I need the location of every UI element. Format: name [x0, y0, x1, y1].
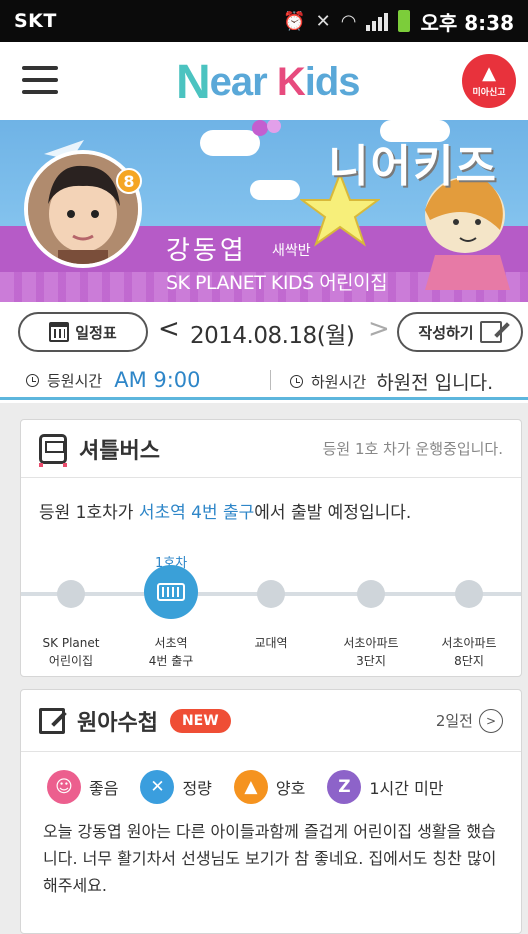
banner-title: 니어키즈	[328, 141, 498, 192]
departure-value: 하원전 입니다.	[376, 372, 494, 394]
shuttle-title: 셔틀버스	[79, 438, 160, 464]
arrival-label: 등원시간	[47, 371, 103, 390]
health-status: ▲ 양호	[233, 770, 306, 804]
meal-status: ✕ 정량	[140, 770, 212, 804]
logo-ids: ids	[304, 59, 361, 104]
sleep-icon: Z	[327, 770, 362, 804]
school-name: SK PLANET KIDS 어린이집	[166, 272, 388, 294]
missing-child-label: 미아신고	[472, 87, 506, 98]
route-stop	[357, 580, 385, 608]
logo-ear: ear	[209, 59, 268, 104]
carrier-label: SKT	[14, 10, 57, 32]
prev-date-button[interactable]: <	[158, 316, 180, 342]
chevron-right-icon: >	[479, 708, 503, 733]
bus-icon	[39, 433, 67, 467]
route-stop	[257, 580, 285, 608]
route-stop	[57, 580, 85, 608]
nap-label: 1시간 미만	[369, 779, 444, 798]
mute-icon: ✕	[315, 10, 331, 32]
app-header: Near Kids ▲ 미아신고	[0, 42, 528, 120]
arrival-time: 등원시간 AM 9:00	[26, 368, 201, 392]
stop-label: 서초아파트 8단지	[441, 636, 497, 668]
clock-icon	[290, 375, 303, 388]
schedule-label: 일정표	[75, 323, 117, 342]
new-badge: NEW	[169, 708, 231, 733]
logo-n: N	[176, 55, 211, 109]
clock-icon	[26, 373, 39, 387]
next-date-button[interactable]: >	[368, 316, 390, 342]
alarm-clock-icon: ⏰	[283, 10, 306, 32]
shuttle-card-header: 셔틀버스 등원 1호 차가 운행중입니다.	[21, 420, 521, 478]
diary-card-header: 원아수첩 NEW 2일전 >	[21, 690, 521, 752]
balloons-icon	[252, 120, 281, 136]
utensils-icon: ✕	[140, 770, 175, 804]
smile-icon: ☺	[47, 770, 81, 804]
diary-date-label: 2일전	[435, 712, 473, 730]
child-class: 새싹반	[272, 243, 311, 259]
shuttle-status: 등원 1호 차가 운행중입니다.	[322, 440, 503, 458]
departure-time: 하원시간 하원전 입니다.	[290, 368, 493, 395]
shuttle-message-pre: 등원 1호차가	[39, 503, 139, 523]
stop-label: 서초역 4번 출구	[148, 636, 194, 668]
cloud-decoration	[250, 180, 300, 200]
departure-label: 하원시간	[311, 373, 367, 391]
arrival-value: AM 9:00	[114, 368, 201, 392]
clock-label: 오후 8:38	[420, 10, 514, 35]
stop-label: 교대역	[254, 636, 288, 650]
diary-card[interactable]: 원아수첩 NEW 2일전 > ☺ 좋음 ✕ 정량 ▲ 양호 Z 1시간 미만 오…	[20, 689, 522, 934]
write-button[interactable]: 작성하기	[397, 312, 523, 352]
pencil-icon	[479, 321, 502, 343]
route-stop-current	[144, 565, 198, 619]
missing-child-report-button[interactable]: ▲ 미아신고	[462, 54, 516, 108]
stop-label: 서초아파트 3단지	[343, 636, 399, 668]
date-navigation: 일정표 < 2014.08.18(월) > 작성하기	[0, 302, 528, 360]
stop-label: SK Planet 어린이집	[42, 636, 100, 668]
diary-title: 원아수첩	[77, 710, 158, 736]
signal-icon	[366, 11, 389, 31]
bus-icon	[157, 583, 185, 601]
health-label: 양호	[275, 779, 306, 798]
mood-label: 좋음	[89, 779, 119, 798]
shuttle-message: 등원 1호차가 서초역 4번 출구에서 출발 예정입니다.	[21, 478, 521, 523]
child-name: 강동엽	[166, 236, 247, 266]
app-logo: Near Kids	[176, 54, 361, 110]
status-bar: SKT ⏰ ✕ ◠ 오후 8:38	[0, 0, 528, 42]
diary-status-row: ☺ 좋음 ✕ 정량 ▲ 양호 Z 1시간 미만	[21, 752, 521, 804]
route-stop	[455, 580, 483, 608]
shuttle-message-post: 에서 출발 예정입니다.	[254, 503, 412, 523]
wifi-icon: ◠	[340, 10, 357, 32]
content-area: 셔틀버스 등원 1호 차가 운행중입니다. 등원 1호차가 서초역 4번 출구에…	[0, 403, 528, 934]
nap-status: Z 1시간 미만	[327, 770, 444, 804]
divider	[270, 370, 271, 390]
notification-badge: 8	[116, 168, 142, 194]
poop-icon: ▲	[233, 770, 268, 804]
current-date: 2014.08.18(월)	[190, 323, 355, 349]
meal-label: 정량	[182, 779, 212, 798]
battery-icon	[398, 10, 411, 32]
shuttle-message-highlight: 서초역 4번 출구	[138, 503, 255, 523]
mood-status: ☺ 좋음	[47, 770, 118, 804]
siren-icon: ▲	[482, 62, 496, 84]
status-icons: ⏰ ✕ ◠ 오후 8:38	[283, 7, 514, 36]
diary-text: 오늘 강동엽 원아는 다른 아이들과함께 즐겁게 어린이집 생활을 했습니다. …	[43, 822, 497, 895]
logo-k: K	[276, 59, 306, 104]
calendar-icon	[49, 322, 70, 342]
write-label: 작성하기	[418, 323, 474, 342]
attendance-times: 등원시간 AM 9:00 하원시간 하원전 입니다.	[0, 360, 528, 400]
schedule-button[interactable]: 일정표	[18, 312, 148, 352]
note-edit-icon	[39, 707, 65, 734]
diary-more-button[interactable]: 2일전 >	[435, 708, 503, 733]
shuttle-card[interactable]: 셔틀버스 등원 1호 차가 운행중입니다. 등원 1호차가 서초역 4번 출구에…	[20, 419, 522, 677]
menu-icon[interactable]	[22, 66, 58, 94]
